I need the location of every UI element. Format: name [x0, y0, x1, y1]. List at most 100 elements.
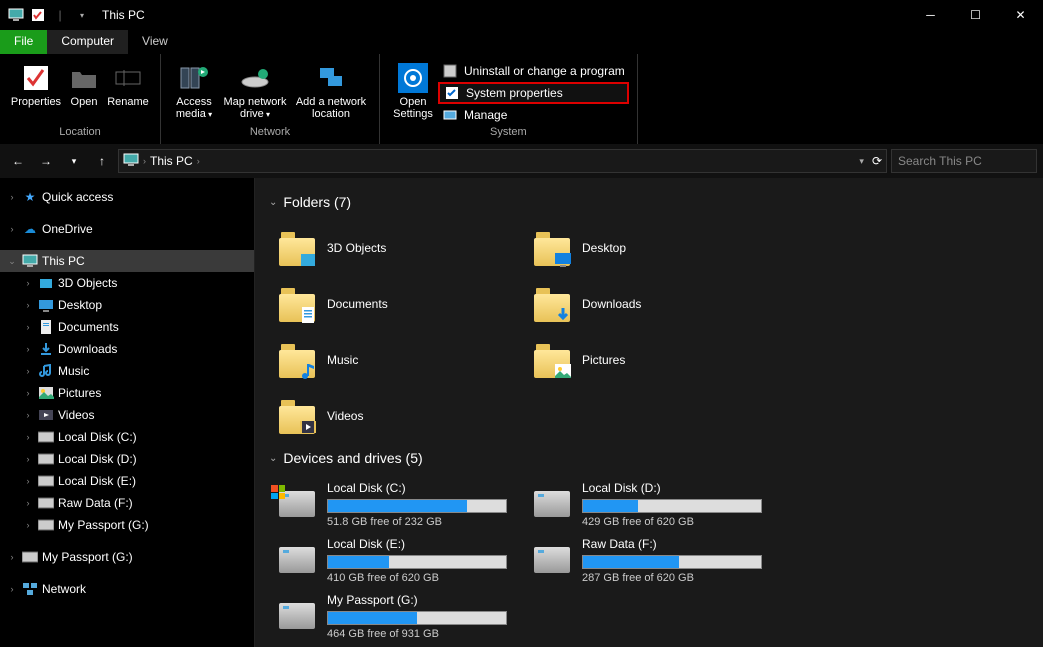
drive-icon [38, 495, 54, 511]
tree-network[interactable]: ›Network [0, 578, 254, 600]
uninstall-button[interactable]: Uninstall or change a program [438, 60, 629, 82]
chevron-right-icon[interactable]: › [22, 322, 34, 332]
tree-item[interactable]: ›Desktop [0, 294, 254, 316]
chevron-right-icon[interactable]: › [6, 552, 18, 562]
tree-item[interactable]: ›Music [0, 360, 254, 382]
close-button[interactable]: ✕ [998, 0, 1043, 30]
chevron-right-icon[interactable]: › [22, 476, 34, 486]
chevron-right-icon[interactable]: › [197, 156, 200, 166]
tree-item[interactable]: ›Raw Data (F:) [0, 492, 254, 514]
drive-item[interactable]: Local Disk (D:)429 GB free of 620 GB [524, 476, 779, 532]
folder-label: Pictures [582, 353, 625, 367]
breadcrumb-thispc[interactable]: This PC [150, 154, 193, 168]
history-dropdown[interactable]: ▾ [62, 149, 86, 173]
folder-item[interactable]: Downloads [524, 276, 779, 332]
tab-computer[interactable]: Computer [47, 30, 128, 54]
drive-icon [38, 517, 54, 533]
group-system-label: System [388, 126, 629, 140]
tree-item[interactable]: ›3D Objects [0, 272, 254, 294]
forward-button[interactable]: → [34, 149, 58, 173]
capacity-bar [327, 611, 507, 625]
drive-item[interactable]: Local Disk (E:)410 GB free of 620 GB [269, 532, 524, 588]
tree-item[interactable]: ›Documents [0, 316, 254, 338]
tree-item[interactable]: ›My Passport (G:) [0, 514, 254, 536]
open-icon [68, 62, 100, 94]
tree-item[interactable]: ›Videos [0, 404, 254, 426]
drive-icon [534, 547, 570, 573]
rename-button[interactable]: Rename [104, 58, 152, 126]
folder-icon [38, 319, 54, 335]
open-settings-button[interactable]: Open Settings [388, 58, 438, 126]
tree-item[interactable]: ›Local Disk (C:) [0, 426, 254, 448]
manage-button[interactable]: Manage [438, 104, 629, 126]
chevron-right-icon[interactable]: › [22, 388, 34, 398]
chevron-right-icon[interactable]: › [6, 224, 18, 234]
chevron-right-icon[interactable]: › [22, 278, 34, 288]
folder-item[interactable]: 3D Objects [269, 220, 524, 276]
folder-item[interactable]: Videos [269, 388, 524, 444]
gear-icon [397, 62, 429, 94]
tree-item[interactable]: ›Local Disk (E:) [0, 470, 254, 492]
folder-item[interactable]: Pictures [524, 332, 779, 388]
drive-label: Local Disk (C:) [327, 481, 524, 495]
search-input[interactable]: Search This PC [891, 149, 1037, 173]
drive-item[interactable]: Raw Data (F:)287 GB free of 620 GB [524, 532, 779, 588]
maximize-button[interactable]: ☐ [953, 0, 998, 30]
chevron-right-icon[interactable]: › [143, 156, 146, 166]
chevron-right-icon[interactable]: › [22, 410, 34, 420]
chevron-down-icon[interactable]: ⌄ [6, 256, 18, 267]
chevron-right-icon[interactable]: › [22, 344, 34, 354]
tree-item[interactable]: ›Pictures [0, 382, 254, 404]
address-dropdown-icon[interactable]: ▾ [859, 156, 864, 167]
chevron-right-icon[interactable]: › [6, 584, 18, 594]
access-media-button[interactable]: Access media ▾ [169, 58, 219, 126]
folder-icon [279, 342, 315, 378]
back-button[interactable]: ← [6, 149, 30, 173]
tree-quick-access[interactable]: ›★Quick access [0, 186, 254, 208]
address-bar[interactable]: › This PC › ▾ ⟳ [118, 149, 887, 173]
chevron-right-icon[interactable]: › [22, 432, 34, 442]
qat-dropdown-icon[interactable]: ▾ [72, 5, 92, 25]
tree-onedrive[interactable]: ›☁OneDrive [0, 218, 254, 240]
folder-item[interactable]: Music [269, 332, 524, 388]
drives-section-header[interactable]: ⌄Devices and drives (5) [269, 450, 1029, 466]
chevron-right-icon[interactable]: › [6, 192, 18, 202]
qat-properties-icon[interactable] [28, 5, 48, 25]
drive-item[interactable]: Local Disk (C:)51.8 GB free of 232 GB [269, 476, 524, 532]
tab-view[interactable]: View [128, 30, 182, 54]
system-properties-icon [444, 85, 460, 101]
tree-item[interactable]: ›Downloads [0, 338, 254, 360]
chevron-right-icon[interactable]: › [22, 498, 34, 508]
navigation-tree: ›★Quick access ›☁OneDrive ⌄This PC ›3D O… [0, 178, 255, 647]
folder-icon [534, 286, 570, 322]
drive-icon [279, 603, 315, 629]
chevron-right-icon[interactable]: › [22, 520, 34, 530]
cloud-icon: ☁ [22, 221, 38, 237]
folders-section-header[interactable]: ⌄Folders (7) [269, 194, 1029, 210]
chevron-right-icon[interactable]: › [22, 300, 34, 310]
star-icon: ★ [22, 189, 38, 205]
tree-this-pc[interactable]: ⌄This PC [0, 250, 254, 272]
tree-item[interactable]: ›Local Disk (D:) [0, 448, 254, 470]
properties-button[interactable]: Properties [8, 58, 64, 126]
add-network-location-button[interactable]: Add a network location [291, 58, 371, 126]
tree-my-passport-ext[interactable]: ›My Passport (G:) [0, 546, 254, 568]
folder-item[interactable]: Documents [269, 276, 524, 332]
drive-icon [22, 549, 38, 565]
chevron-right-icon[interactable]: › [22, 366, 34, 376]
up-button[interactable]: ↑ [90, 149, 114, 173]
tab-file[interactable]: File [0, 30, 47, 54]
group-network-label: Network [169, 126, 371, 140]
refresh-button[interactable]: ⟳ [872, 154, 882, 168]
drive-item[interactable]: My Passport (G:)464 GB free of 931 GB [269, 588, 524, 644]
drive-label: My Passport (G:) [327, 593, 524, 607]
system-properties-button[interactable]: System properties [438, 82, 629, 104]
access-media-icon [178, 62, 210, 94]
map-drive-button[interactable]: Map network drive ▾ [219, 58, 291, 126]
folder-label: Music [327, 353, 358, 367]
chevron-right-icon[interactable]: › [22, 454, 34, 464]
folder-item[interactable]: Desktop [524, 220, 779, 276]
drive-free-text: 429 GB free of 620 GB [582, 516, 779, 528]
open-button[interactable]: Open [64, 58, 104, 126]
minimize-button[interactable]: ─ [908, 0, 953, 30]
